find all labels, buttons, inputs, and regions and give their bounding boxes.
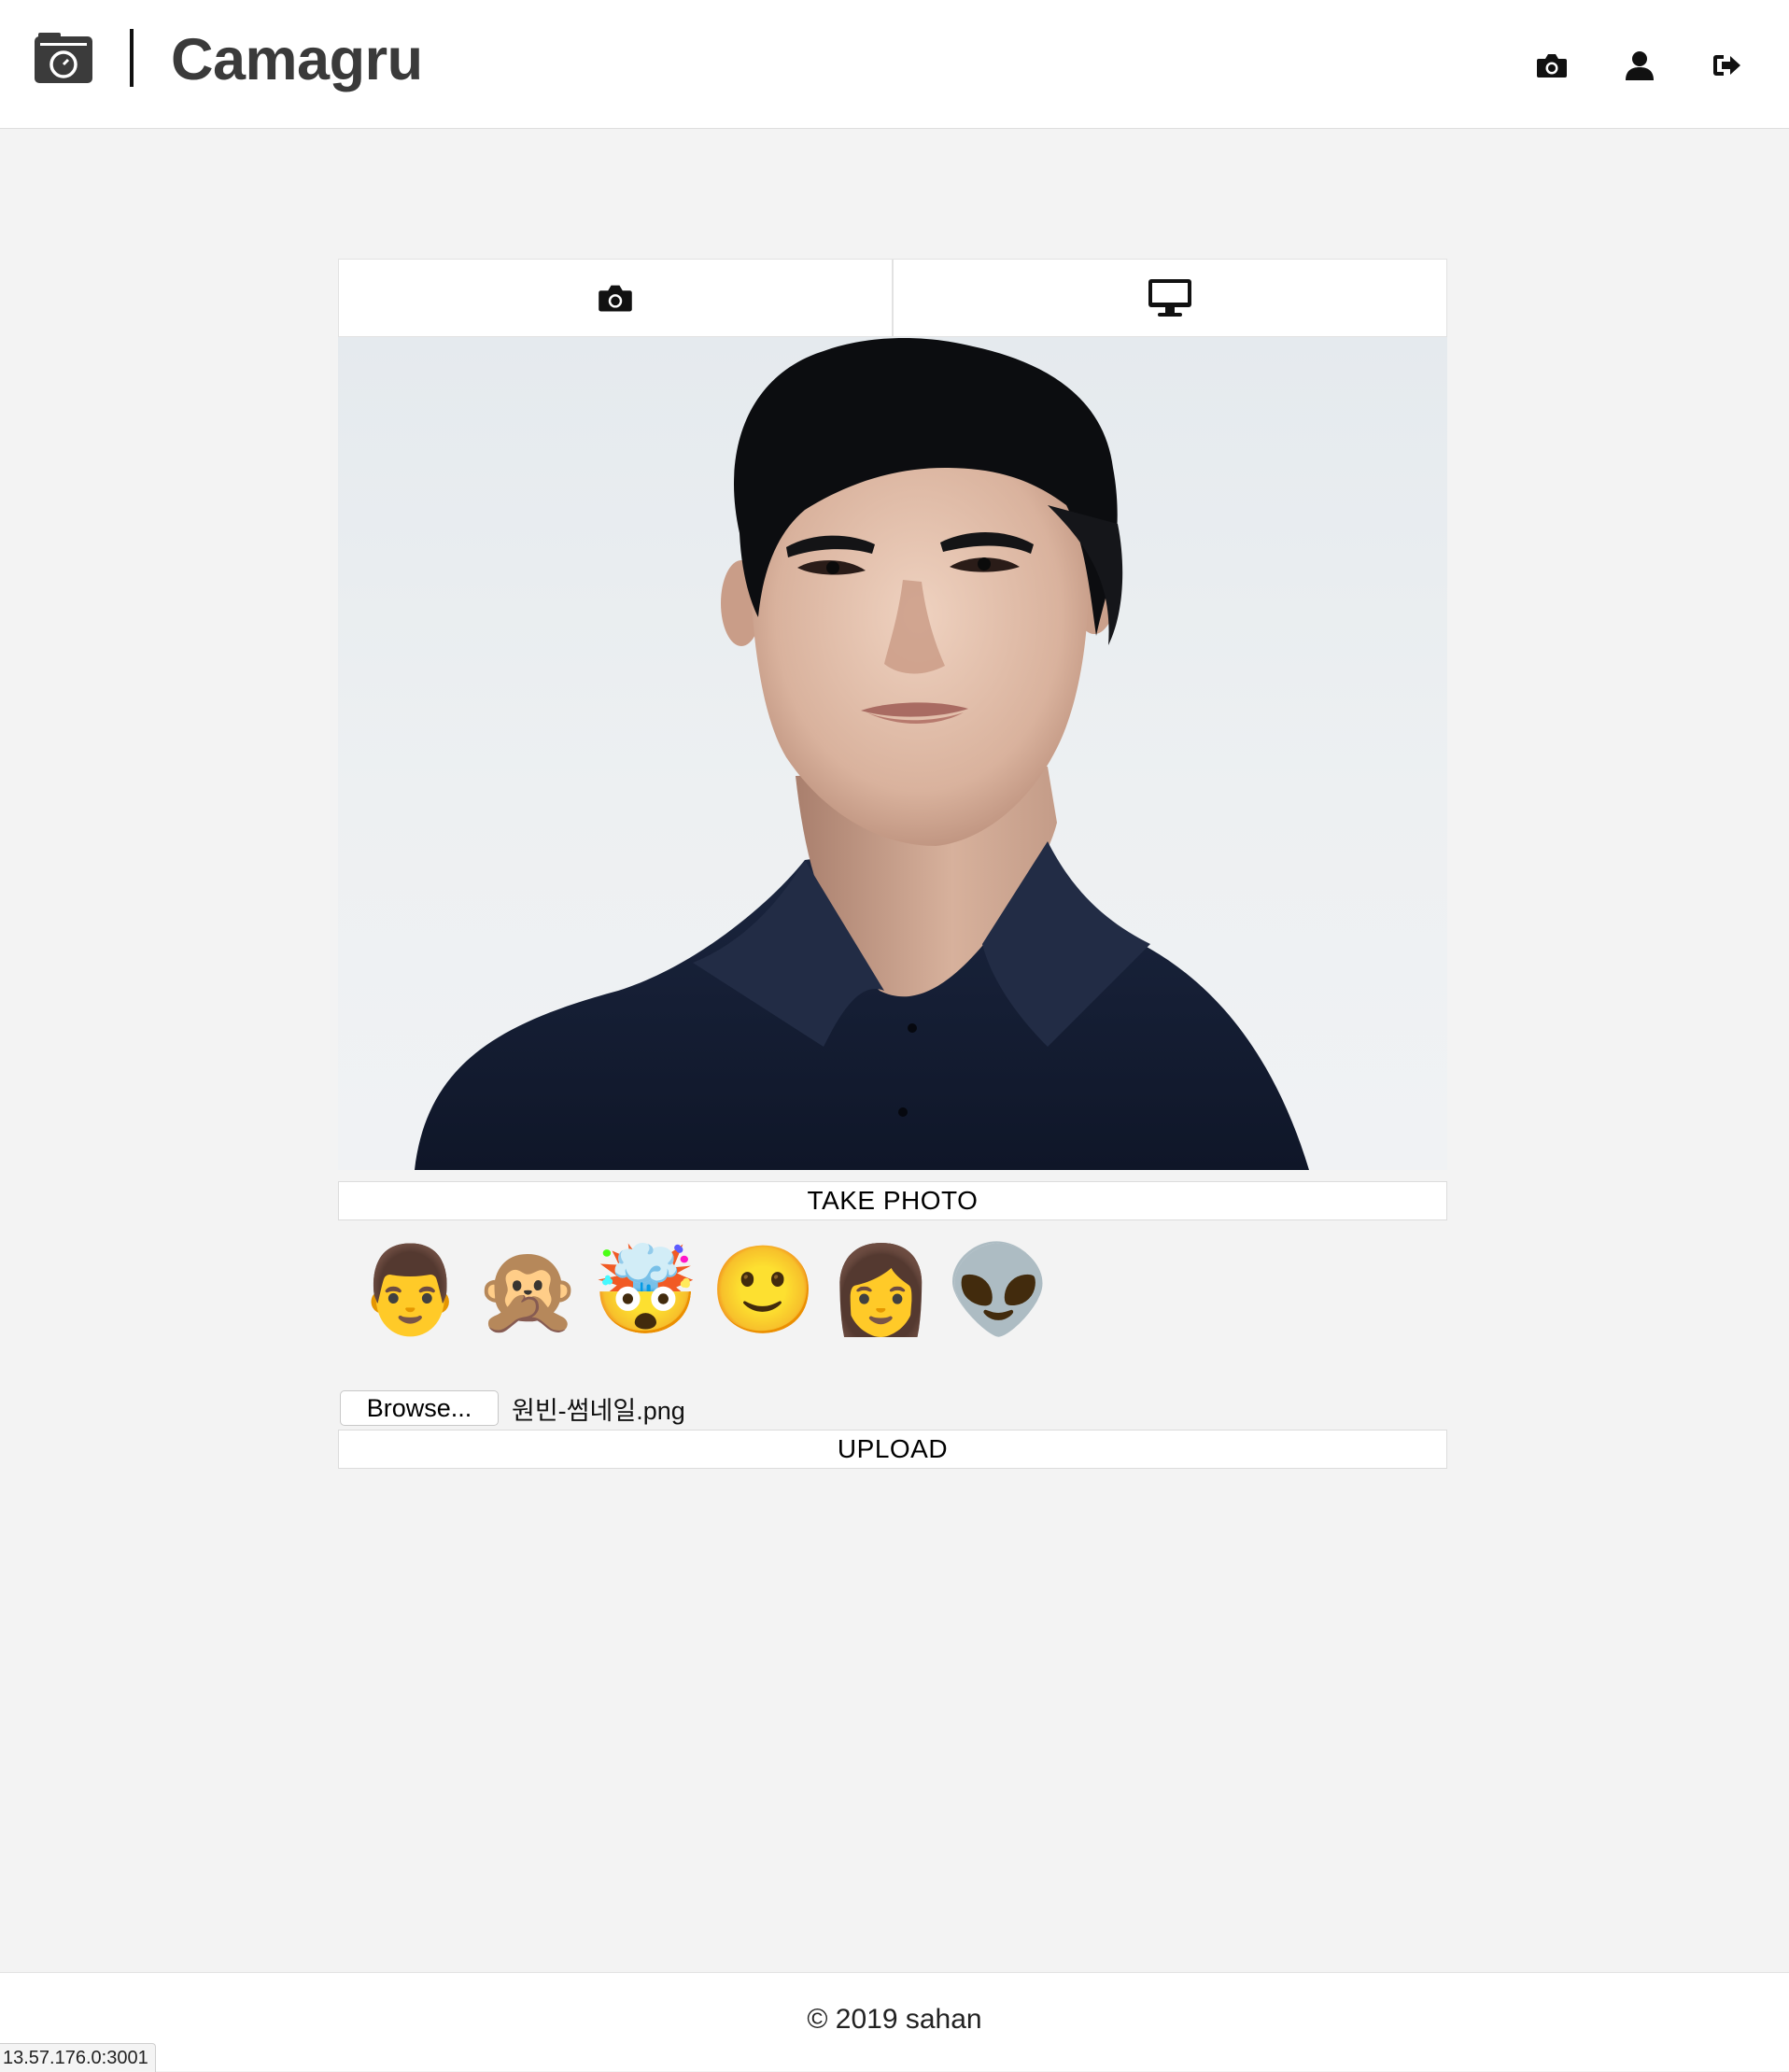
sticker-alien[interactable]: 👽 [945,1239,1052,1342]
camera-icon[interactable] [1535,49,1569,82]
desktop-icon [1148,279,1191,317]
sticker-woman[interactable]: 👩 [827,1239,935,1342]
footer: © 2019 sahan [0,1972,1789,2071]
status-bar-url: 13.57.176.0:3001 [0,2043,156,2072]
browse-button[interactable]: Browse... [340,1390,499,1426]
sticker-man[interactable]: 👨 [357,1239,464,1342]
selected-file-name: 원빈-썸네일.png [512,1396,685,1425]
upload-button[interactable]: UPLOAD [338,1430,1447,1469]
header: Camagru [0,0,1789,129]
file-picker: Browse... 원빈-썸네일.png [338,1388,1447,1428]
portrait-photo [415,337,1309,1170]
capture-source-tabs [338,259,1447,337]
take-photo-button[interactable]: TAKE PHOTO [338,1181,1447,1220]
sticker-smiling-face[interactable]: 🙂 [710,1239,817,1342]
user-icon[interactable] [1623,49,1656,82]
camera-box-icon[interactable] [33,31,94,85]
tab-webcam[interactable] [339,260,892,336]
sign-out-icon[interactable] [1710,49,1743,82]
photo-preview [338,337,1447,1170]
sticker-speak-no-evil-monkey[interactable]: 🙊 [474,1239,582,1342]
sticker-list: 👨 🙊 🤯 🙂 👩 👽 [338,1220,1447,1360]
copyright-text: © 2019 sahan [807,2004,982,2035]
tab-screen[interactable] [892,260,1446,336]
sticker-exploding-head[interactable]: 🤯 [592,1239,699,1342]
logo-divider [130,29,134,87]
camera-icon [599,285,632,312]
brand-title[interactable]: Camagru [171,26,423,93]
editor-column: TAKE PHOTO 👨 🙊 🤯 🙂 👩 👽 Browse... 원빈-썸네일.… [338,259,1447,1469]
